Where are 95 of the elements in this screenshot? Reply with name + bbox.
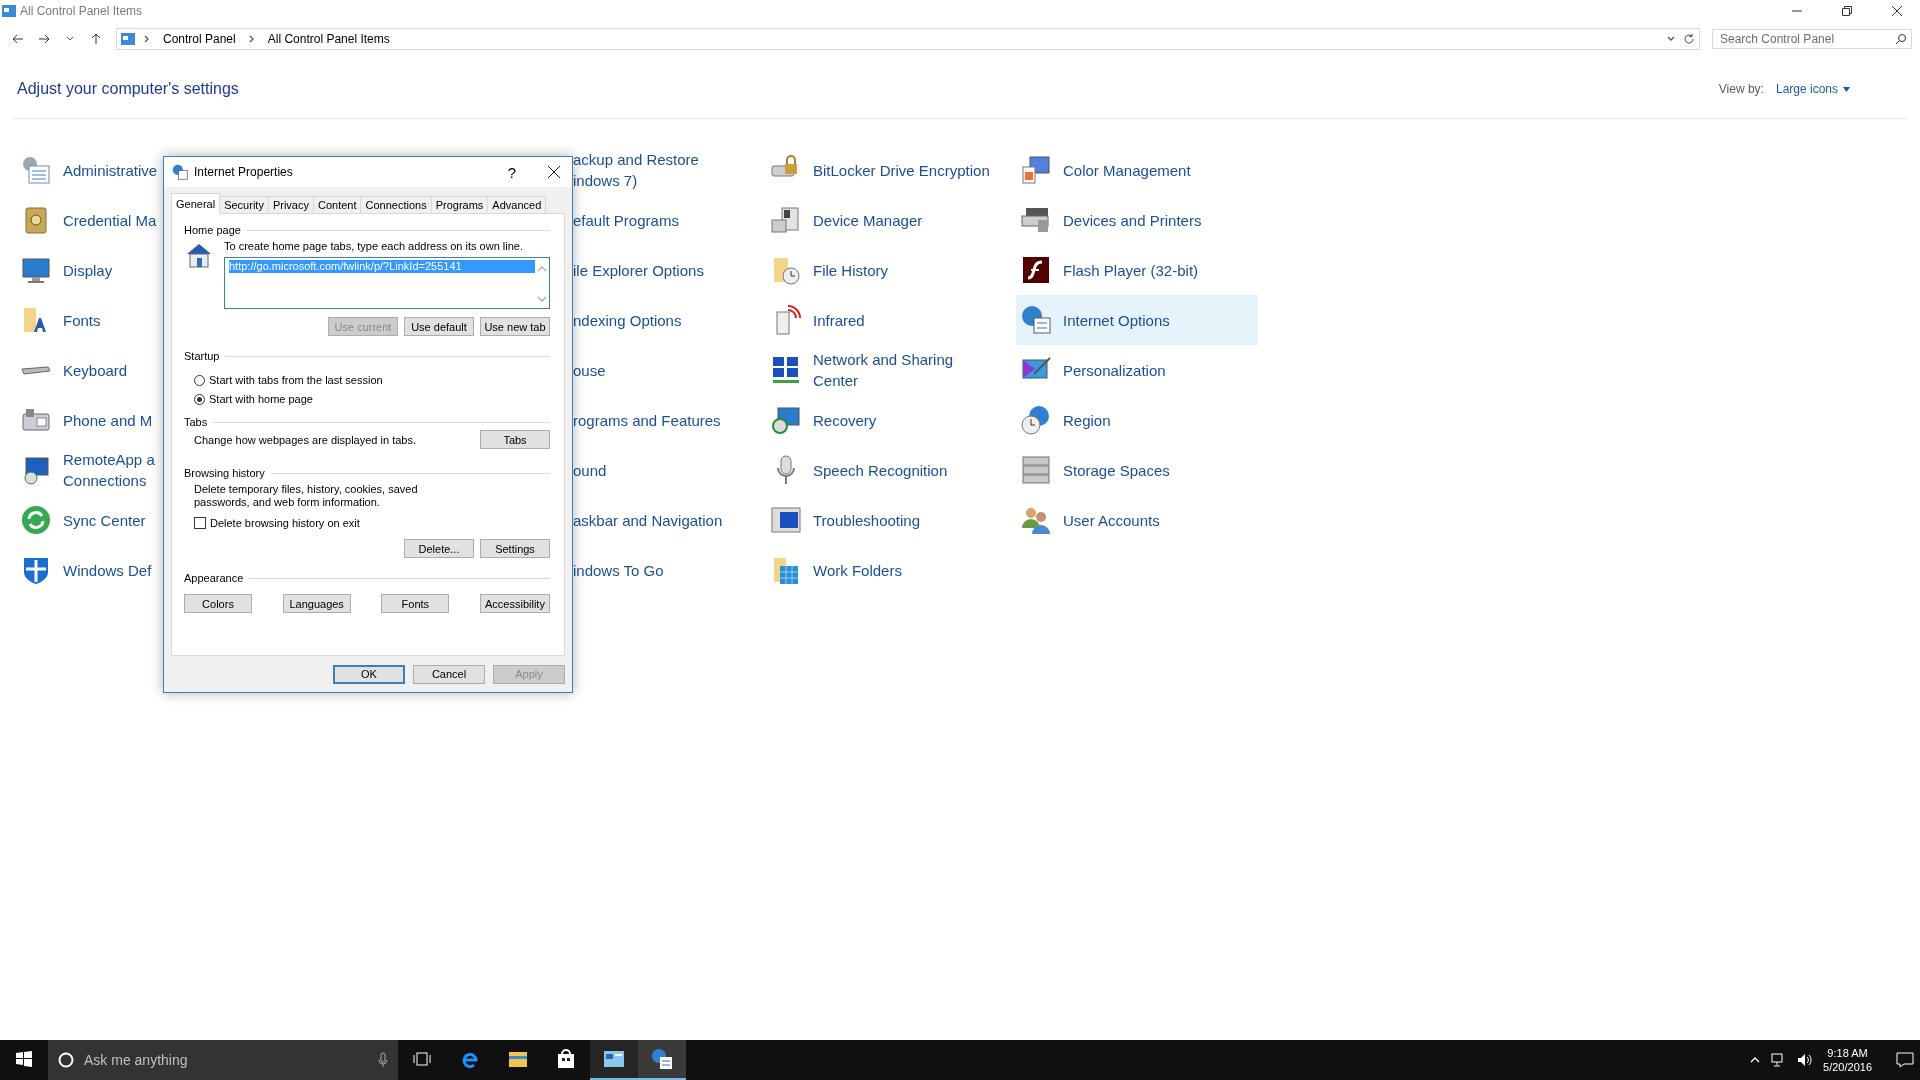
settings-link[interactable]: File History bbox=[766, 245, 1008, 295]
close-icon bbox=[1892, 6, 1902, 16]
window-title: All Control Panel Items bbox=[20, 4, 144, 18]
forward-arrow-icon bbox=[38, 33, 50, 45]
search-field[interactable]: Search Control Panel bbox=[1712, 29, 1912, 49]
settings-link[interactable]: Infrared bbox=[766, 295, 1008, 345]
search-input[interactable]: Ask me anything bbox=[82, 1051, 370, 1069]
folder-icon bbox=[508, 1050, 528, 1068]
settings-link[interactable]: Recovery bbox=[766, 395, 1008, 445]
dialog-tab[interactable]: Security bbox=[219, 196, 269, 214]
dialog-button[interactable]: Languages bbox=[282, 594, 351, 613]
tabs-description: Change how webpages are displayed in tabs. bbox=[194, 434, 416, 447]
browsing-history-description: Delete temporary files, history, cookies, saved passwords, and web form information. bbox=[194, 483, 419, 509]
dialog-button[interactable]: Accessibility bbox=[479, 594, 550, 613]
breadcrumb-item[interactable]: All Control Panel Items bbox=[263, 32, 394, 46]
circle-icon bbox=[58, 1052, 74, 1068]
clock-date: 5/20/2016 bbox=[1823, 1060, 1872, 1074]
delete-on-exit-checkbox[interactable]: Delete browsing history on exit bbox=[194, 517, 360, 529]
address-bar[interactable]: Control Panel All Control Panel Items bbox=[116, 28, 1700, 50]
section-label: Startup bbox=[184, 350, 220, 362]
control-panel-icon bbox=[603, 1050, 625, 1068]
control-panel-icon bbox=[121, 33, 135, 45]
settings-link[interactable]: Speech Recognition bbox=[766, 445, 1008, 495]
dialog-button[interactable]: OK bbox=[333, 664, 405, 684]
drive-stack-icon bbox=[1020, 454, 1052, 486]
settings-link[interactable]: Work Folders bbox=[766, 545, 1008, 595]
globe-checklist-icon bbox=[651, 1048, 673, 1070]
microphone-icon bbox=[378, 1052, 388, 1068]
task-view-icon bbox=[413, 1052, 431, 1066]
settings-link[interactable]: Internet Options bbox=[1016, 295, 1258, 345]
dialog-button[interactable]: Delete... bbox=[404, 539, 474, 558]
home-page-hint: To create home page tabs, type each address on its own line. bbox=[224, 240, 524, 252]
section-label: Home page bbox=[184, 224, 241, 236]
caret-down-icon bbox=[1843, 86, 1850, 92]
taskbar-app-button[interactable] bbox=[590, 1040, 638, 1080]
restore-icon bbox=[1842, 6, 1852, 16]
windows-logo-icon bbox=[16, 1051, 32, 1067]
settings-link[interactable]: Troubleshooting bbox=[766, 495, 1008, 545]
notifications-icon[interactable] bbox=[1896, 1052, 1914, 1068]
search-icon bbox=[1895, 33, 1907, 45]
refresh-icon[interactable] bbox=[1683, 33, 1695, 45]
settings-link[interactable]: Color Management bbox=[1016, 145, 1258, 195]
clock-time: 9:18 AM bbox=[1827, 1046, 1868, 1060]
page-heading: Adjust your computer's settings bbox=[17, 80, 239, 98]
flash-icon bbox=[1020, 254, 1052, 286]
up-arrow-icon bbox=[90, 33, 102, 45]
settings-link[interactable]: Network and Sharing Center bbox=[766, 345, 1008, 395]
section-label: Appearance bbox=[184, 572, 244, 584]
network-icon bbox=[770, 354, 802, 386]
settings-link[interactable]: Device Manager bbox=[766, 195, 1008, 245]
color-monitor-icon bbox=[1020, 154, 1052, 186]
dialog-button[interactable]: Fonts bbox=[381, 594, 450, 613]
settings-link[interactable]: Devices and Printers bbox=[1016, 195, 1258, 245]
computer-device-icon bbox=[770, 204, 802, 236]
dialog-tab[interactable]: Programs bbox=[430, 196, 489, 214]
settings-link[interactable]: User Accounts bbox=[1016, 495, 1258, 545]
view-by-label: View by: bbox=[1718, 82, 1764, 96]
dialog-tab[interactable]: Advanced bbox=[487, 196, 547, 214]
dialog-button[interactable]: Use default bbox=[404, 317, 474, 336]
radio-option[interactable]: Start with tabs from the last session bbox=[194, 374, 383, 386]
help-button[interactable]: ? bbox=[494, 158, 530, 186]
dialog-button[interactable]: Colors bbox=[184, 594, 252, 613]
settings-link[interactable]: Flash Player (32-bit) bbox=[1016, 245, 1258, 295]
radio-option[interactable]: Start with home page bbox=[194, 393, 313, 405]
monitor-window-icon bbox=[770, 504, 802, 536]
dialog-tab[interactable]: General bbox=[171, 193, 221, 214]
sync-icon bbox=[20, 504, 52, 536]
settings-link[interactable]: BitLocker Drive Encryption bbox=[766, 145, 1008, 195]
tools-list-icon bbox=[20, 154, 52, 186]
monitor-clock-icon bbox=[770, 404, 802, 436]
breadcrumb-item[interactable]: Control Panel bbox=[159, 32, 240, 46]
dialog-title: Internet Properties bbox=[194, 165, 294, 179]
shopping-bag-icon bbox=[557, 1049, 575, 1069]
keyboard-icon bbox=[20, 365, 52, 375]
tabs-button[interactable]: Tabs bbox=[480, 430, 550, 449]
dialog-button[interactable]: Cancel bbox=[413, 664, 485, 684]
globe-checklist-icon bbox=[1020, 304, 1052, 336]
speaker-icon bbox=[1797, 1053, 1814, 1067]
control-panel-icon bbox=[2, 5, 16, 17]
view-by-dropdown[interactable]: Large icons bbox=[1775, 82, 1850, 96]
dialog-button[interactable]: Settings bbox=[480, 539, 550, 558]
taskbar-search-field[interactable]: Ask me anything bbox=[48, 1040, 398, 1080]
dialog-button[interactable]: Use new tab bbox=[480, 317, 550, 336]
caret-down-icon bbox=[66, 35, 74, 43]
globe-clock-icon bbox=[1020, 404, 1052, 436]
taskbar-app-button[interactable] bbox=[638, 1040, 686, 1080]
section-label: Browsing history bbox=[184, 467, 265, 479]
close-icon bbox=[548, 166, 560, 178]
dialog-tab[interactable]: Privacy bbox=[267, 196, 314, 214]
settings-link[interactable]: Region bbox=[1016, 395, 1258, 445]
section-label: Tabs bbox=[184, 416, 208, 428]
back-arrow-icon bbox=[12, 33, 24, 45]
settings-link[interactable]: Personalization bbox=[1016, 345, 1258, 395]
globe-checklist-icon bbox=[172, 164, 188, 180]
settings-link[interactable]: Storage Spaces bbox=[1016, 445, 1258, 495]
